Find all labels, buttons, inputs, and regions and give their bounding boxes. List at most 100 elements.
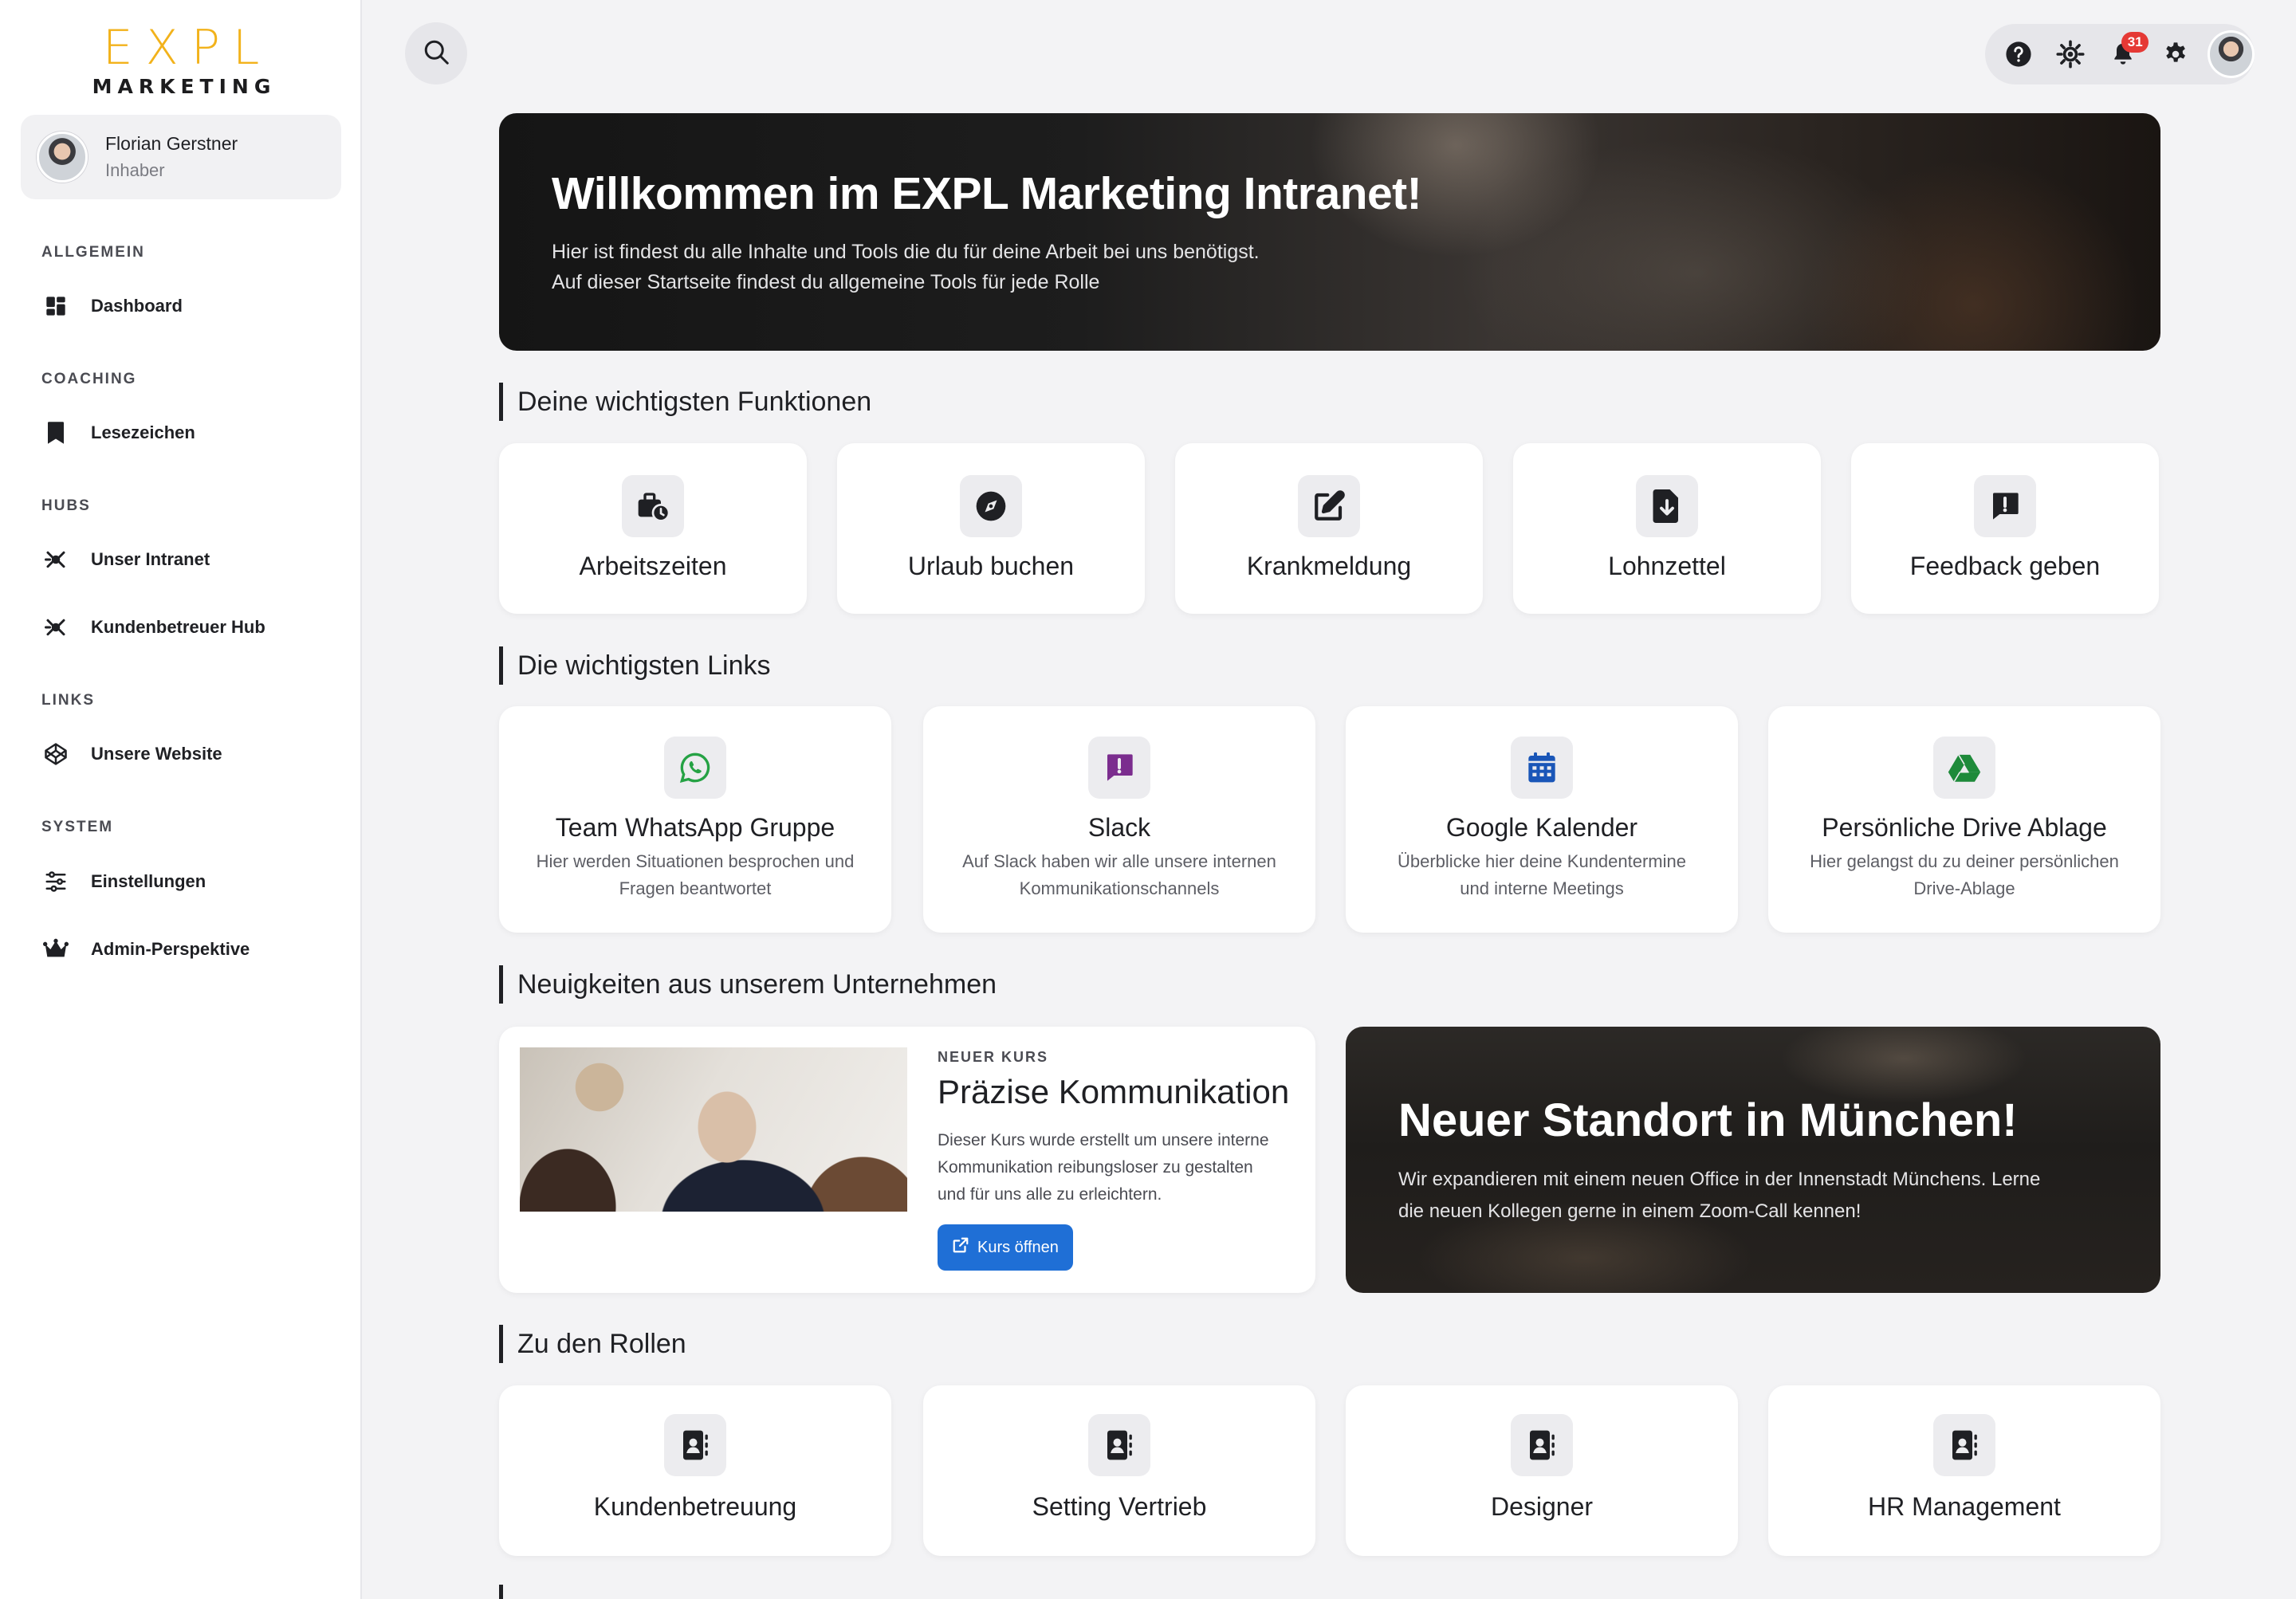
sidebar-item-label: Lesezeichen — [91, 422, 195, 442]
user-role: Inhaber — [105, 160, 165, 180]
open-course-label: Kurs öffnen — [977, 1238, 1059, 1256]
function-card-urlaub-buchen[interactable]: Urlaub buchen — [837, 443, 1145, 614]
sidebar-item-label: Unsere Website — [91, 744, 222, 764]
contact-book-icon — [1511, 1414, 1573, 1476]
news-description-line: die neuen Kollegen gerne in einem Zoom-C… — [1398, 1200, 1862, 1222]
notification-badge: 31 — [2121, 32, 2149, 53]
google-drive-icon — [1933, 737, 1995, 799]
sliders-icon — [41, 867, 70, 896]
search-button[interactable] — [405, 22, 467, 84]
crown-icon — [41, 935, 70, 964]
function-label: Feedback geben — [1909, 552, 2101, 580]
role-card-hr-management[interactable]: HR Management — [1768, 1385, 2160, 1556]
user-profile-card[interactable]: Florian Gerstner Inhaber — [21, 115, 341, 199]
function-card-krankmeldung[interactable]: Krankmeldung — [1175, 443, 1483, 614]
section-title-functions: Deine wichtigsten Funktionen — [499, 383, 871, 421]
sidebar-item-label: Kundenbetreuer Hub — [91, 617, 265, 637]
function-card-arbeitszeiten[interactable]: Arbeitszeiten — [499, 443, 807, 614]
news-card-course: NEUER KURS Präzise Kommunikation Dieser … — [499, 1027, 1315, 1293]
link-description: Kommunikationschannels — [1019, 878, 1220, 898]
role-card-kundenbetreuung[interactable]: Kundenbetreuung — [499, 1385, 891, 1556]
sidebar-item-admin-perspektive[interactable]: Admin-Perspektive — [41, 933, 250, 965]
link-description: Hier werden Situationen besprochen und — [536, 851, 855, 871]
news-description: Dieser Kurs wurde erstellt um unsere int… — [938, 1127, 1304, 1208]
sidebar-item-einstellungen[interactable]: Einstellungen — [41, 866, 206, 898]
news-description-line: Kommunikation reibungsloser zu gestalten — [938, 1158, 1253, 1177]
sidebar-item-kundenbetreuer-hub[interactable]: Kundenbetreuer Hub — [41, 611, 265, 643]
role-label: Kundenbetreuung — [593, 1492, 797, 1521]
notifications-icon[interactable]: 31 — [2107, 32, 2149, 70]
edit-icon — [1298, 475, 1360, 537]
hero-text-line: Auf dieser Startseite findest du allgeme… — [552, 271, 1100, 293]
hero-text-line: Hier ist findest du alle Inhalte und Too… — [552, 241, 1260, 263]
role-label: Designer — [1490, 1492, 1594, 1521]
section-title-roles: Zu den Rollen — [499, 1325, 686, 1363]
link-card-drive-ablage[interactable]: Persönliche Drive Ablage Hier gelangst d… — [1768, 706, 2160, 933]
search-icon — [422, 37, 450, 70]
function-label: Krankmeldung — [1246, 552, 1412, 580]
external-link-icon — [952, 1236, 969, 1259]
user-name: Florian Gerstner — [105, 133, 238, 154]
role-card-designer[interactable]: Designer — [1346, 1385, 1738, 1556]
sidebar-item-unsere-website[interactable]: Unsere Website — [41, 738, 222, 770]
brand-logo[interactable]: EXPL MARKETING — [0, 22, 362, 99]
contact-book-icon — [1088, 1414, 1150, 1476]
nav-section-hubs: HUBS — [41, 497, 91, 514]
course-image — [520, 1047, 907, 1212]
sidebar: EXPL MARKETING Florian Gerstner Inhaber … — [0, 0, 362, 1599]
theme-toggle-icon[interactable] — [2055, 38, 2087, 70]
codepen-icon — [41, 740, 70, 768]
slack-message-icon — [1088, 737, 1150, 799]
sidebar-item-label: Einstellungen — [91, 871, 206, 891]
nav-section-links: LINKS — [41, 692, 95, 709]
hub-icon — [41, 613, 70, 642]
link-card-slack[interactable]: Slack Auf Slack haben wir alle unsere in… — [923, 706, 1315, 933]
function-card-feedback-geben[interactable]: Feedback geben — [1851, 443, 2159, 614]
sidebar-item-dashboard[interactable]: Dashboard — [41, 290, 183, 322]
news-description-line: Wir expandieren mit einem neuen Office i… — [1398, 1169, 2041, 1190]
sidebar-item-label: Unser Intranet — [91, 549, 210, 569]
link-description: Drive-Ablage — [1913, 878, 2015, 898]
welcome-hero: Willkommen im EXPL Marketing Intranet! H… — [499, 113, 2160, 351]
avatar[interactable] — [2207, 30, 2255, 78]
nav-section-allgemein: ALLGEMEIN — [41, 244, 145, 261]
link-card-google-kalender[interactable]: Google Kalender Überblicke hier deine Ku… — [1346, 706, 1738, 933]
sidebar-item-label: Admin-Perspektive — [91, 939, 250, 959]
sidebar-item-unser-intranet[interactable]: Unser Intranet — [41, 544, 210, 576]
role-label: HR Management — [1868, 1492, 2061, 1521]
sidebar-item-lesezeichen[interactable]: Lesezeichen — [41, 417, 195, 449]
news-description-line: und für uns alle zu erleichtern. — [938, 1185, 1162, 1204]
nav-section-coaching: COACHING — [41, 371, 137, 387]
compass-icon — [960, 475, 1022, 537]
help-icon[interactable] — [2003, 38, 2035, 70]
open-course-button[interactable]: Kurs öffnen — [938, 1224, 1073, 1271]
function-label: Lohnzettel — [1608, 552, 1726, 580]
bookmark-icon — [41, 418, 70, 447]
function-card-lohnzettel[interactable]: Lohnzettel — [1513, 443, 1821, 614]
news-title: Präzise Kommunikation — [938, 1073, 1290, 1110]
role-label: Setting Vertrieb — [1032, 1492, 1207, 1521]
link-title: Google Kalender — [1445, 813, 1638, 842]
link-description: und interne Meetings — [1460, 878, 1624, 898]
section-title-news: Neuigkeiten aus unserem Unternehmen — [499, 965, 997, 1004]
message-alert-icon — [1974, 475, 2036, 537]
sidebar-item-label: Dashboard — [91, 296, 183, 316]
hub-icon — [41, 545, 70, 574]
contact-book-icon — [1933, 1414, 1995, 1476]
role-card-setting-vertrieb[interactable]: Setting Vertrieb — [923, 1385, 1315, 1556]
topbar-actions: 31 — [1985, 24, 2255, 84]
link-description: Fragen beantwortet — [619, 878, 772, 898]
file-download-icon — [1636, 475, 1698, 537]
news-card-location[interactable]: Neuer Standort in München! Wir expandier… — [1346, 1027, 2160, 1293]
link-title: Slack — [1087, 813, 1151, 842]
hero-title: Willkommen im EXPL Marketing Intranet! — [552, 168, 1422, 219]
section-title-links: Die wichtigsten Links — [499, 646, 770, 685]
gear-icon[interactable] — [2160, 38, 2192, 70]
briefcase-clock-icon — [622, 475, 684, 537]
whatsapp-icon — [664, 737, 726, 799]
logo-wordmark: EXPL — [102, 20, 273, 76]
news-description-line: Dieser Kurs wurde erstellt um unsere int… — [938, 1131, 1269, 1149]
link-description: Hier gelangst du zu deiner persönlichen — [1810, 851, 2119, 871]
link-card-whatsapp[interactable]: Team WhatsApp Gruppe Hier werden Situati… — [499, 706, 891, 933]
news-title: Neuer Standort in München! — [1398, 1094, 2018, 1146]
